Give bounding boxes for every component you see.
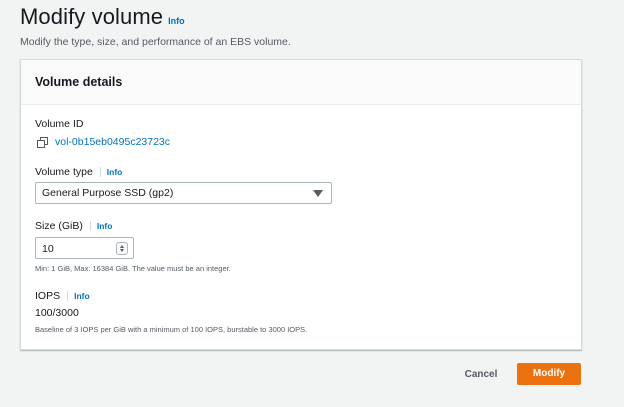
panel-title: Volume details xyxy=(35,75,123,89)
size-label-text: Size (GiB) xyxy=(35,220,83,232)
iops-description-text: Baseline of 3 IOPS per GiB with a minimu… xyxy=(35,325,308,334)
title-row: Modify volume Info xyxy=(20,4,291,30)
volume-type-selected-value: General Purpose SSD (gp2) xyxy=(42,187,174,199)
copy-icon[interactable] xyxy=(37,136,48,148)
size-info-link[interactable]: Info xyxy=(97,221,113,231)
modify-button[interactable]: Modify xyxy=(517,363,581,385)
size-label: Size (GiB) Info xyxy=(35,220,112,232)
page-header: Modify volume Info Modify the type, size… xyxy=(20,4,291,48)
label-divider xyxy=(67,291,69,301)
volume-type-info-link[interactable]: Info xyxy=(107,167,123,177)
volume-details-panel: Volume details Volume ID vol-0b15eb0495c… xyxy=(20,59,582,350)
volume-id-label: Volume ID xyxy=(35,118,83,130)
iops-label: IOPS Info xyxy=(35,290,90,302)
page-description: Modify the type, size, and performance o… xyxy=(20,36,291,48)
size-stepper[interactable] xyxy=(35,237,134,259)
iops-info-link[interactable]: Info xyxy=(74,291,90,301)
size-constraint-text: Min: 1 GiB, Max: 16384 GiB. The value mu… xyxy=(35,264,231,273)
label-divider xyxy=(89,221,91,231)
volume-type-select[interactable]: General Purpose SSD (gp2) xyxy=(35,182,332,204)
cancel-button[interactable]: Cancel xyxy=(455,365,507,385)
spinner-arrows-icon[interactable] xyxy=(116,242,128,255)
iops-value: 100/3000 xyxy=(35,307,79,319)
volume-id-link[interactable]: vol-0b15eb0495c23723c xyxy=(55,136,170,148)
volume-type-label: Volume type Info xyxy=(35,166,122,178)
page-title: Modify volume xyxy=(20,4,164,29)
volume-id-row: vol-0b15eb0495c23723c xyxy=(37,136,170,148)
caret-down-icon xyxy=(313,190,323,197)
panel-header: Volume details xyxy=(21,60,581,105)
volume-id-label-text: Volume ID xyxy=(35,118,84,130)
volume-type-label-text: Volume type xyxy=(35,166,93,178)
label-divider xyxy=(99,167,101,177)
page-info-link[interactable]: Info xyxy=(168,16,185,26)
iops-label-text: IOPS xyxy=(35,290,61,302)
size-input[interactable] xyxy=(42,242,112,255)
